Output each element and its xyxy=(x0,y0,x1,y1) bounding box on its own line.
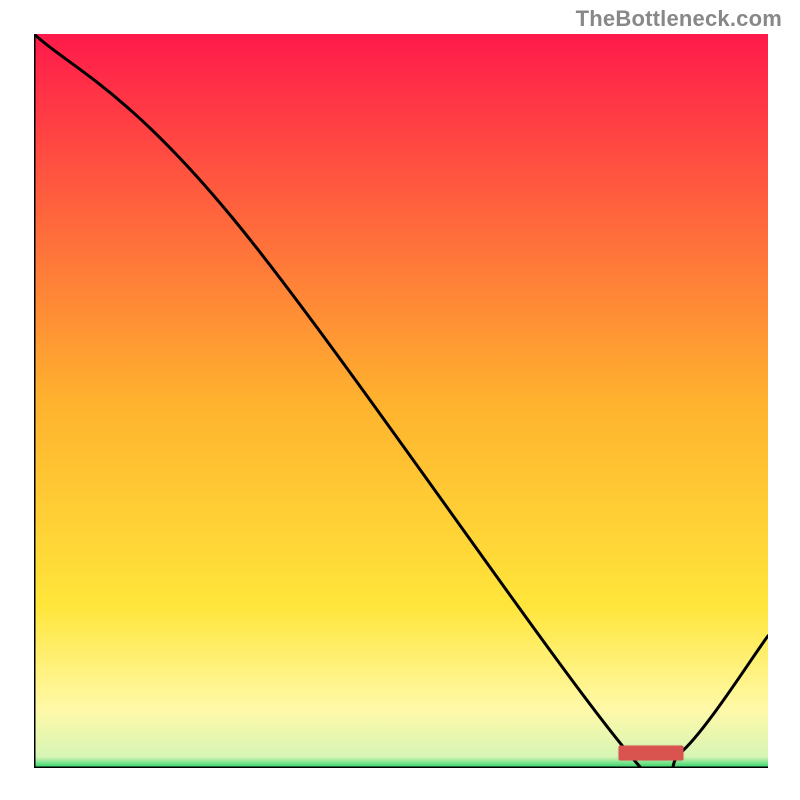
chart-container: TheBottleneck.com OPTIMAL xyxy=(0,0,800,800)
gradient-background xyxy=(34,34,768,768)
plot-area: OPTIMAL xyxy=(34,34,768,768)
optimal-marker: OPTIMAL xyxy=(618,746,683,761)
chart-svg xyxy=(34,34,768,768)
watermark-text: TheBottleneck.com xyxy=(576,6,782,32)
